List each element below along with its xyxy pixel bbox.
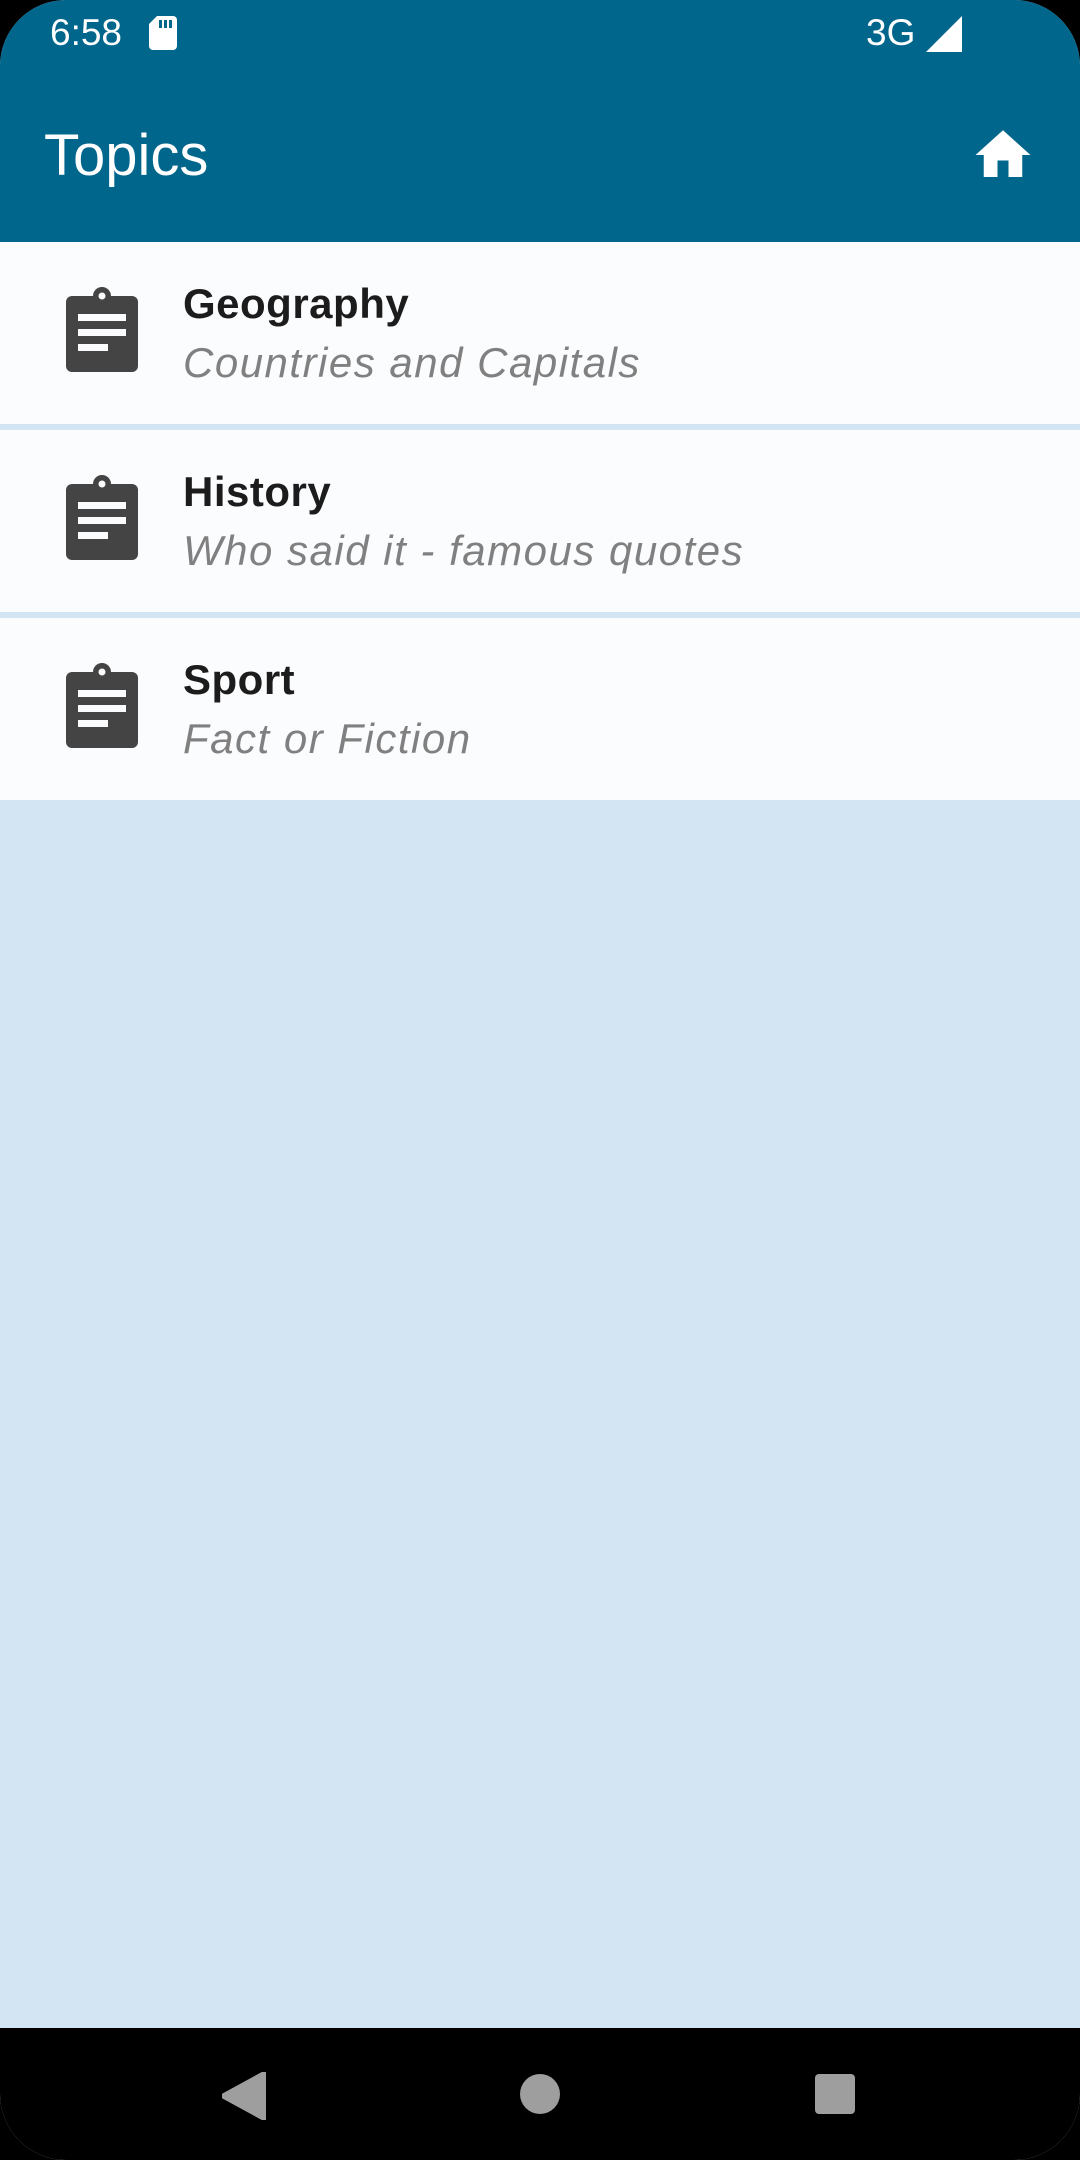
recents-square-icon[interactable] <box>815 2074 855 2114</box>
page-title: Topics <box>44 123 209 188</box>
topic-title: History <box>183 468 332 515</box>
topic-item-history[interactable]: History Who said it - famous quotes <box>0 430 1080 612</box>
clipboard-icon <box>62 474 142 562</box>
clipboard-icon <box>62 286 142 374</box>
signal-icon <box>926 16 962 52</box>
topic-subtitle: Countries and Capitals <box>183 339 641 386</box>
back-icon[interactable] <box>220 2070 268 2122</box>
topic-title: Sport <box>183 656 296 703</box>
status-time: 6:58 <box>50 12 123 53</box>
app-header: 6:58 3G Topics <box>0 0 1080 242</box>
network-type: 3G <box>866 12 916 53</box>
home-circle-icon[interactable] <box>520 2074 560 2114</box>
home-icon <box>975 130 1031 177</box>
home-button[interactable] <box>970 122 1036 188</box>
app-screen: 6:58 3G Topics Geography Countries and C… <box>0 0 1080 2160</box>
topic-title: Geography <box>183 280 410 327</box>
topic-subtitle: Who said it - famous quotes <box>183 527 745 574</box>
topic-list: Geography Countries and Capitals History… <box>0 242 1080 806</box>
topic-item-sport[interactable]: Sport Fact or Fiction <box>0 618 1080 800</box>
sd-card-icon <box>149 16 177 50</box>
topic-item-geography[interactable]: Geography Countries and Capitals <box>0 242 1080 424</box>
system-navigation-bar <box>0 2028 1080 2160</box>
clipboard-icon <box>62 662 142 750</box>
topic-subtitle: Fact or Fiction <box>183 715 472 762</box>
status-bar: 6:58 3G <box>0 0 1080 66</box>
